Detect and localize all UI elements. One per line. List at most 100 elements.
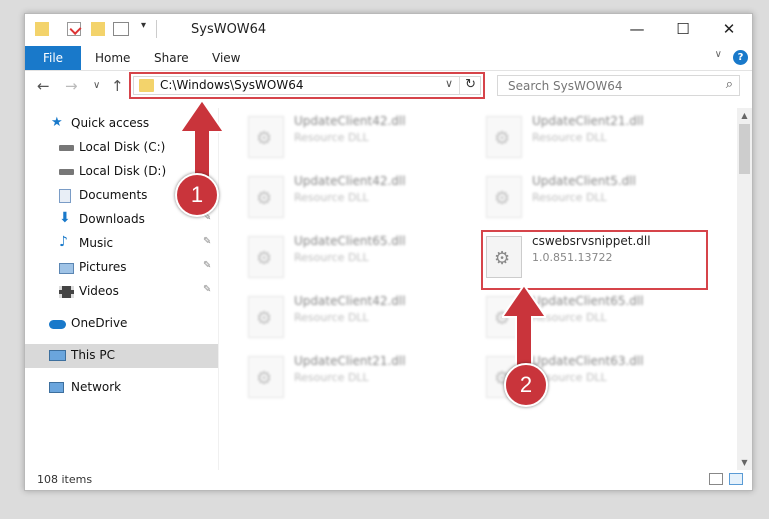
file-description: Resource DLL [294, 131, 369, 144]
item-count: 108 items [37, 473, 93, 486]
file-name: UpdateClient42.dll [294, 294, 406, 308]
drive-icon [59, 169, 74, 175]
recent-locations-button[interactable]: ∨ [93, 80, 100, 91]
sidebar-item-network[interactable]: Network [25, 376, 218, 400]
up-button[interactable]: ↑ [111, 77, 124, 95]
address-highlight-box [129, 72, 485, 99]
videos-icon [59, 286, 74, 298]
search-icon[interactable]: ⌕ [726, 77, 733, 92]
properties-icon[interactable] [67, 22, 82, 36]
close-button[interactable]: ✕ [706, 14, 752, 44]
file-description: Resource DLL [294, 371, 369, 384]
sidebar-item-label: Network [71, 380, 122, 394]
sidebar-item-label: Music [79, 236, 114, 250]
sidebar-item-label: OneDrive [71, 316, 128, 330]
forward-button[interactable]: → [65, 77, 78, 95]
sidebar-item-this-pc[interactable]: This PC [25, 344, 218, 368]
back-button[interactable]: ← [37, 77, 50, 95]
sidebar-item-pictures[interactable]: Pictures ✎ [25, 256, 218, 280]
scroll-up-icon[interactable]: ▲ [737, 108, 752, 123]
tab-home[interactable]: Home [95, 46, 130, 70]
file-name: UpdateClient21.dll [294, 354, 406, 368]
step-1-badge: 1 [175, 173, 219, 217]
file-name: UpdateClient42.dll [294, 174, 406, 188]
sidebar-item-music[interactable]: ♪ Music ✎ [25, 232, 218, 256]
file-description: Resource DLL [294, 191, 369, 204]
tab-file[interactable]: File [25, 46, 81, 70]
network-icon [49, 382, 64, 393]
scroll-thumb[interactable] [739, 124, 750, 174]
arrow-2-icon [502, 285, 546, 375]
file-description: Resource DLL [294, 311, 369, 324]
sidebar-item-label: Local Disk (C:) [79, 140, 166, 154]
minimize-button[interactable]: — [614, 14, 660, 44]
file-item[interactable]: ⚙ UpdateClient21.dll Resource DLL [248, 354, 478, 406]
dll-file-icon: ⚙ [248, 116, 284, 158]
status-bar: 108 items [25, 470, 752, 490]
qa-dropdown-icon[interactable]: ▾ [141, 20, 146, 31]
pc-icon [49, 350, 66, 361]
dll-file-icon: ⚙ [248, 296, 284, 338]
new-folder-icon[interactable] [91, 22, 105, 36]
file-item[interactable]: ⚙ UpdateClient65.dll Resource DLL [248, 234, 478, 286]
file-highlight-box [481, 230, 708, 290]
pin-icon[interactable]: ✎ [203, 260, 211, 271]
onedrive-icon [49, 320, 66, 329]
help-icon[interactable]: ? [733, 50, 748, 65]
sidebar-item-label: Quick access [71, 116, 150, 130]
documents-icon [59, 189, 71, 203]
drive-icon [59, 145, 74, 151]
sidebar-item-label: Local Disk (D:) [79, 164, 167, 178]
file-item[interactable]: ⚙ UpdateClient42.dll Resource DLL [248, 174, 478, 226]
file-description: Resource DLL [294, 251, 369, 264]
sidebar-item-label: Downloads [79, 212, 145, 226]
tab-view[interactable]: View [212, 46, 240, 70]
step-2-badge: 2 [504, 363, 548, 407]
music-icon: ♪ [59, 234, 68, 250]
ribbon-tabs: File Home Share View ∨ ? [25, 46, 752, 71]
customize-toolbar-icon[interactable] [113, 22, 129, 36]
pictures-icon [59, 263, 74, 274]
tab-share[interactable]: Share [154, 46, 189, 70]
pin-icon[interactable]: ✎ [203, 236, 211, 247]
star-icon: ★ [51, 115, 63, 130]
file-item[interactable]: ⚙ UpdateClient42.dll Resource DLL [248, 294, 478, 346]
file-description: Resource DLL [532, 131, 607, 144]
title-divider [156, 20, 157, 38]
scroll-down-icon[interactable]: ▼ [737, 455, 752, 470]
sidebar-item-label: This PC [71, 348, 115, 362]
dll-file-icon: ⚙ [248, 356, 284, 398]
sidebar-item-label: Documents [79, 188, 148, 202]
file-name: UpdateClient42.dll [294, 114, 406, 128]
window-title: SysWOW64 [191, 22, 267, 37]
folder-icon [35, 22, 49, 36]
pin-icon[interactable]: ✎ [203, 284, 211, 295]
sidebar-item-label: Videos [79, 284, 119, 298]
file-item[interactable]: ⚙ UpdateClient42.dll Resource DLL [248, 114, 478, 166]
search-box[interactable]: ⌕ [497, 75, 740, 96]
vertical-scrollbar[interactable]: ▲ ▼ [737, 108, 752, 470]
details-view-icon[interactable] [709, 473, 723, 485]
file-item[interactable]: ⚙ UpdateClient5.dll Resource DLL [486, 174, 716, 226]
title-bar: ▾ SysWOW64 — ☐ ✕ [25, 14, 752, 46]
dll-file-icon: ⚙ [486, 176, 522, 218]
file-name: UpdateClient65.dll [294, 234, 406, 248]
file-item[interactable]: ⚙ UpdateClient21.dll Resource DLL [486, 114, 716, 166]
large-icons-view-icon[interactable] [729, 473, 743, 485]
dll-file-icon: ⚙ [486, 116, 522, 158]
expand-ribbon-icon[interactable]: ∨ [715, 49, 722, 60]
downloads-icon: ⬇ [59, 210, 71, 226]
file-name: UpdateClient5.dll [532, 174, 636, 188]
sidebar-item-label: Pictures [79, 260, 127, 274]
file-name: UpdateClient63.dll [532, 354, 644, 368]
sidebar-item-onedrive[interactable]: OneDrive [25, 312, 218, 336]
file-description: Resource DLL [532, 191, 607, 204]
sidebar-item-videos[interactable]: Videos ✎ [25, 280, 218, 304]
search-input[interactable] [506, 78, 720, 94]
file-name: UpdateClient65.dll [532, 294, 644, 308]
navigation-bar: ← → ∨ ↑ C:\Windows\SysWOW64 ∨ ↻ ⌕ [25, 71, 752, 103]
dll-file-icon: ⚙ [248, 176, 284, 218]
file-name: UpdateClient21.dll [532, 114, 644, 128]
maximize-button[interactable]: ☐ [660, 14, 706, 44]
dll-file-icon: ⚙ [248, 236, 284, 278]
